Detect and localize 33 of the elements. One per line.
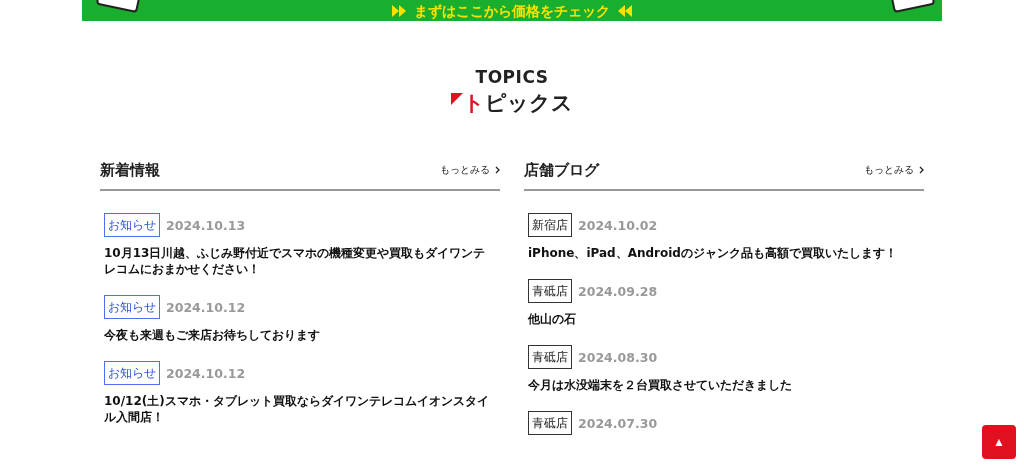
double-arrow-left-icon <box>618 4 632 17</box>
category-tag: 青砥店 <box>528 279 572 303</box>
chevron-right-icon <box>919 166 924 174</box>
category-tag: 青砥店 <box>528 411 572 435</box>
category-tag: お知らせ <box>104 213 160 237</box>
post-title-link[interactable]: 10/12(土)スマホ・タブレット買取ならダイワンテレコムイオンスタイル入間店！ <box>104 393 496 425</box>
post-date: 2024.09.28 <box>578 283 658 299</box>
category-tag: お知らせ <box>104 295 160 319</box>
post-date: 2024.07.30 <box>578 415 658 431</box>
post-date: 2024.10.12 <box>166 365 246 381</box>
back-to-top-button[interactable]: ▲ <box>982 425 1016 459</box>
more-link[interactable]: もっとみる <box>440 163 500 177</box>
post-title-link[interactable]: iPhone、iPad、Androidのジャンク品も高額で買取いたします！ <box>528 245 920 261</box>
banner-text: まずはここから価格をチェック <box>414 3 610 18</box>
column-title: 店舗ブログ <box>524 160 599 180</box>
post-title-link[interactable]: 10月13日川越、ふじみ野付近でスマホの機種変更や買取もダイワンテレコムにおまかせください！ <box>104 245 496 277</box>
section-title-en: TOPICS <box>475 67 549 87</box>
section-title: トピックス <box>463 90 573 117</box>
category-tag: お知らせ <box>104 361 160 385</box>
post-date: 2024.08.30 <box>578 349 658 365</box>
post-title-link[interactable]: 他山の石 <box>528 311 920 327</box>
post-date: 2024.10.02 <box>578 217 658 233</box>
post-title-link[interactable]: 今夜も来週もご来店お待ちしております <box>104 327 496 343</box>
post-title-link[interactable]: 今月は水没端末を２台買取させていただきました <box>528 377 920 393</box>
category-tag: 新宿店 <box>528 213 572 237</box>
chevron-right-icon <box>495 166 500 174</box>
corner-mark-icon <box>451 93 463 105</box>
more-link[interactable]: もっとみる <box>864 163 924 177</box>
double-arrow-right-icon <box>392 4 406 17</box>
post-date: 2024.10.12 <box>166 299 246 315</box>
post-date: 2024.10.13 <box>166 217 246 233</box>
category-tag: 青砥店 <box>528 345 572 369</box>
column-title: 新着情報 <box>100 160 160 180</box>
